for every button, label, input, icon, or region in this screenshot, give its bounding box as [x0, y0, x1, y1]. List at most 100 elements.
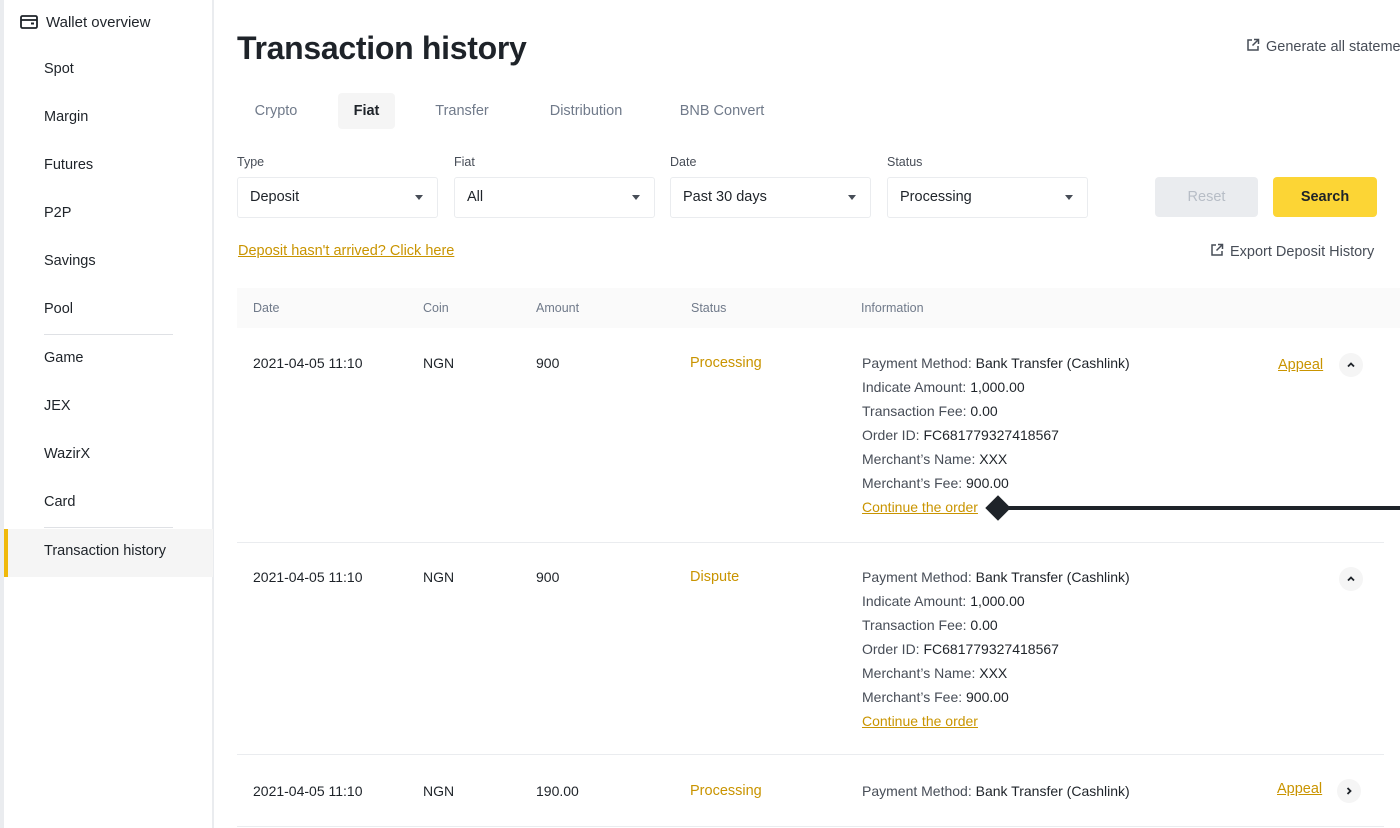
type-filter-label: Type [237, 155, 265, 169]
column-header-information: Information [861, 301, 924, 315]
info-label: Merchant’s Name: [862, 665, 976, 681]
info-value: 900.00 [966, 475, 1009, 491]
type-select[interactable]: Deposit [237, 177, 438, 218]
row-divider [237, 542, 1384, 543]
info-label: Payment Method: [862, 783, 972, 799]
external-link-icon [1210, 243, 1224, 261]
sidebar-item-savings[interactable]: Savings [44, 251, 96, 271]
appeal-link[interactable]: Appeal [1277, 781, 1322, 797]
sidebar-item-jex[interactable]: JEX [44, 396, 71, 416]
sidebar-item-margin[interactable]: Margin [44, 107, 88, 127]
fiat-select[interactable]: All [454, 177, 655, 218]
page-title: Transaction history [237, 30, 527, 66]
info-label: Transaction Fee: [862, 403, 967, 419]
row-divider [237, 754, 1384, 755]
sidebar-divider [44, 527, 173, 528]
deposit-help-link[interactable]: Deposit hasn't arrived? Click here [238, 243, 454, 259]
info-label: Merchant’s Fee: [862, 475, 963, 491]
info-value: Bank Transfer (Cashlink) [975, 355, 1130, 371]
row-coin: NGN [423, 783, 455, 799]
caret-down-icon [632, 195, 640, 200]
info-value: XXX [979, 665, 1008, 681]
row-information: Payment Method: Bank Transfer (Cashlink)… [862, 565, 1130, 733]
sidebar-item-wazirx[interactable]: WazirX [44, 444, 90, 464]
wallet-overview-label: Wallet overview [46, 13, 151, 31]
row-coin: NGN [423, 569, 455, 585]
date-select[interactable]: Past 30 days [670, 177, 871, 218]
info-label: Order ID: [862, 427, 920, 443]
row-amount: 190.00 [536, 783, 579, 799]
fiat-filter-label: Fiat [454, 155, 475, 169]
continue-order-link[interactable]: Continue the order [862, 495, 978, 519]
caret-down-icon [415, 195, 423, 200]
row-divider [237, 826, 1384, 827]
table-header: Date Coin Amount Status Information [237, 288, 1400, 328]
export-deposit-history-label: Export Deposit History [1230, 244, 1375, 260]
row-status: Processing [690, 355, 762, 371]
chevron-up-icon[interactable] [1339, 353, 1363, 377]
info-payment-method: Payment Method: Bank Transfer (Cashlink) [862, 565, 1130, 589]
row-information: Payment Method: Bank Transfer (Cashlink)… [862, 351, 1130, 519]
tab-bnb-convert[interactable]: BNB Convert [672, 93, 772, 129]
info-label: Merchant’s Name: [862, 451, 976, 467]
tab-distribution[interactable]: Distribution [537, 93, 635, 129]
fiat-select-value: All [467, 189, 484, 205]
row-amount: 900 [536, 569, 560, 585]
info-merchant-fee: Merchant’s Fee: 900.00 [862, 471, 1130, 495]
column-header-coin: Coin [423, 301, 449, 315]
info-label: Indicate Amount: [862, 593, 967, 609]
search-button[interactable]: Search [1273, 177, 1377, 217]
info-label: Payment Method: [862, 355, 972, 371]
sidebar-item-card[interactable]: Card [44, 492, 75, 512]
sidebar-item-futures[interactable]: Futures [44, 155, 93, 175]
chevron-up-icon[interactable] [1339, 567, 1363, 591]
info-order-id: Order ID: FC681779327418567 [862, 637, 1130, 661]
annotation-pointer-line [996, 506, 1400, 510]
date-filter-label: Date [670, 155, 697, 169]
row-date: 2021-04-05 11:10 [253, 783, 363, 799]
status-select[interactable]: Processing [887, 177, 1088, 218]
info-label: Payment Method: [862, 569, 972, 585]
tab-transfer[interactable]: Transfer [422, 93, 502, 129]
sidebar-divider [44, 334, 173, 335]
appeal-link[interactable]: Appeal [1278, 357, 1323, 373]
column-header-amount: Amount [536, 301, 580, 315]
status-filter-label: Status [887, 155, 923, 169]
caret-down-icon [848, 195, 856, 200]
info-value: XXX [979, 451, 1008, 467]
tab-crypto[interactable]: Crypto [239, 93, 313, 129]
caret-down-icon [1065, 195, 1073, 200]
info-merchant-name: Merchant’s Name: XXX [862, 661, 1130, 685]
date-select-value: Past 30 days [683, 189, 767, 205]
info-value: Bank Transfer (Cashlink) [975, 569, 1130, 585]
info-value: FC681779327418567 [923, 641, 1059, 657]
continue-order-link[interactable]: Continue the order [862, 709, 978, 733]
reset-button[interactable]: Reset [1155, 177, 1258, 217]
wallet-overview-link[interactable]: Wallet overview [20, 10, 150, 34]
row-date: 2021-04-05 11:10 [253, 355, 363, 371]
sidebar-item-transaction-history[interactable]: Transaction history [4, 529, 213, 577]
export-deposit-history-link[interactable]: Export Deposit History [1210, 243, 1374, 261]
sidebar-item-game[interactable]: Game [44, 348, 84, 368]
row-status: Dispute [690, 569, 740, 585]
wallet-icon [20, 14, 38, 30]
generate-statement-link[interactable]: Generate all stateme [1246, 38, 1400, 56]
info-merchant-fee: Merchant’s Fee: 900.00 [862, 685, 1130, 709]
sidebar-item-pool[interactable]: Pool [44, 299, 73, 319]
info-transaction-fee: Transaction Fee: 0.00 [862, 399, 1130, 423]
sidebar-item-label: Transaction history [44, 543, 166, 559]
info-label: Transaction Fee: [862, 617, 967, 633]
info-value: Bank Transfer (Cashlink) [975, 783, 1130, 799]
tab-fiat[interactable]: Fiat [338, 93, 395, 129]
row-date: 2021-04-05 11:10 [253, 569, 363, 585]
chevron-right-icon[interactable] [1337, 779, 1361, 803]
status-select-value: Processing [900, 189, 972, 205]
column-header-status: Status [691, 301, 727, 315]
sidebar-item-spot[interactable]: Spot [44, 59, 74, 79]
column-header-date: Date [253, 301, 280, 315]
sidebar-item-p2p[interactable]: P2P [44, 203, 71, 223]
info-value: 1,000.00 [970, 379, 1025, 395]
generate-statement-label: Generate all stateme [1266, 39, 1400, 55]
info-indicate-amount: Indicate Amount: 1,000.00 [862, 589, 1130, 613]
info-indicate-amount: Indicate Amount: 1,000.00 [862, 375, 1130, 399]
